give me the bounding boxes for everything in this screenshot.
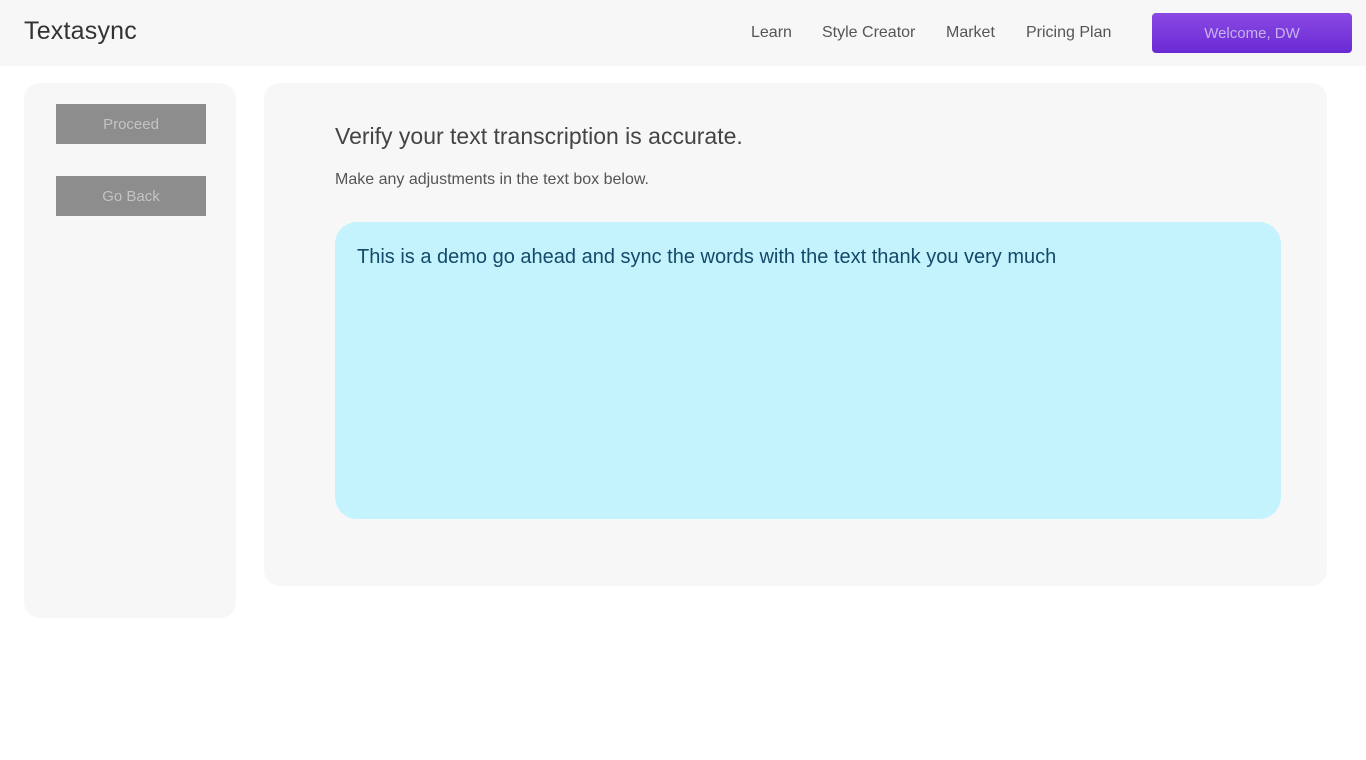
go-back-button[interactable]: Go Back (56, 176, 206, 216)
proceed-button[interactable]: Proceed (56, 104, 206, 144)
welcome-user-button[interactable]: Welcome, DW (1152, 13, 1352, 53)
transcript-textarea[interactable]: This is a demo go ahead and sync the wor… (335, 222, 1281, 519)
nav-style-creator[interactable]: Style Creator (822, 24, 915, 42)
top-navbar: Textasync Learn Style Creator Market Pri… (0, 0, 1366, 66)
page-title: Verify your text transcription is accura… (335, 123, 743, 149)
nav-learn[interactable]: Learn (751, 24, 792, 42)
main-panel: Verify your text transcription is accura… (264, 83, 1327, 586)
nav-market[interactable]: Market (946, 24, 995, 42)
brand-logo[interactable]: Textasync (24, 17, 137, 46)
nav-pricing-plan[interactable]: Pricing Plan (1026, 24, 1111, 42)
sidebar-panel: Proceed Go Back (24, 83, 236, 618)
page-subtitle: Make any adjustments in the text box bel… (335, 171, 649, 188)
